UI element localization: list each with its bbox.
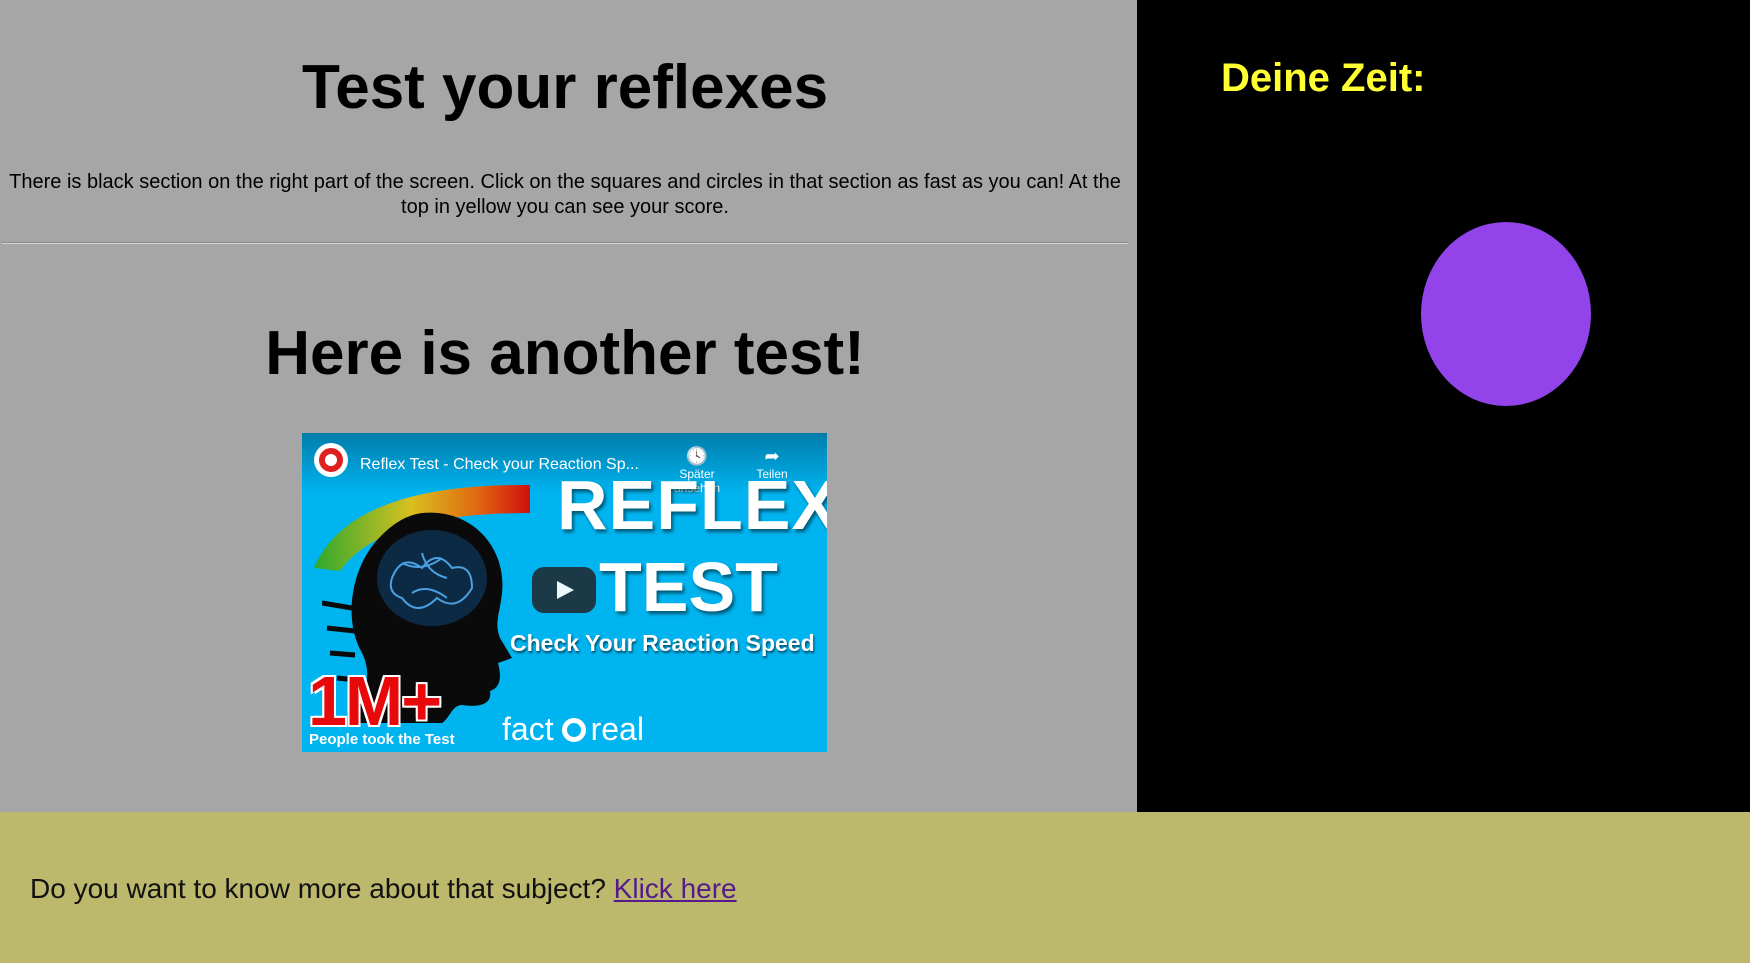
brand-logo: fact real xyxy=(502,711,644,748)
clock-icon: 🕓 xyxy=(685,446,709,466)
channel-logo-icon[interactable] xyxy=(314,443,348,477)
footer-question: Do you want to know more about that subj… xyxy=(30,873,606,904)
thumbnail-headline-1: REFLEX xyxy=(557,466,827,544)
page-title: Test your reflexes xyxy=(301,53,829,122)
page: Test your reflexes There is black sectio… xyxy=(0,0,1750,963)
brand-right: real xyxy=(590,711,644,747)
game-area[interactable]: Deine Zeit: xyxy=(1137,0,1750,812)
brand-left: fact xyxy=(502,711,554,747)
thumbnail-subline: Check Your Reaction Speed xyxy=(510,630,815,656)
brand-dot-icon xyxy=(561,717,586,742)
more-info-link[interactable]: Klick here xyxy=(614,873,737,904)
target-circle[interactable] xyxy=(1421,222,1591,406)
thumbnail-count-caption: People took the Test xyxy=(309,731,455,748)
thumbnail-headline-2: TEST xyxy=(599,548,778,626)
thumbnail-count: 1M+ xyxy=(308,662,442,740)
play-icon[interactable] xyxy=(532,567,596,613)
footer: Do you want to know more about that subj… xyxy=(0,812,1750,963)
score-label: Deine Zeit: xyxy=(1221,56,1426,100)
section-divider xyxy=(2,242,1128,244)
share-arrow-icon: ➦ xyxy=(764,446,780,466)
info-panel: Test your reflexes There is black sectio… xyxy=(0,0,1137,812)
second-test-heading: Here is another test! xyxy=(265,319,865,388)
footer-text: Do you want to know more about that subj… xyxy=(30,873,737,905)
embedded-video[interactable]: Reflex Test - Check your Reaction Sp... … xyxy=(302,433,827,752)
instructions-text: There is black section on the right part… xyxy=(9,171,1121,218)
